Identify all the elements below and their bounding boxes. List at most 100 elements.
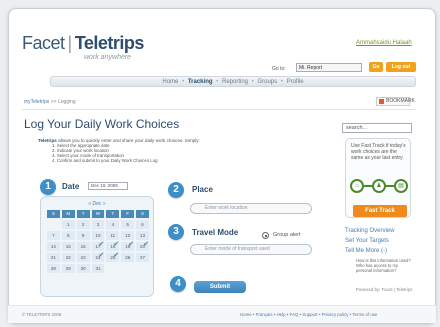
calendar-day[interactable]: 14 bbox=[47, 242, 60, 251]
calendar-day[interactable]: 31 bbox=[91, 264, 105, 273]
calendar-day[interactable]: 23 bbox=[76, 253, 90, 262]
calendar-weekday: S bbox=[136, 210, 149, 218]
main-nav: Home • Tracking • Reporting • Groups • P… bbox=[50, 76, 416, 87]
copyright: © TELETRIPS 2008 bbox=[22, 312, 62, 317]
calendar-month-nav[interactable]: « Dec » bbox=[41, 201, 153, 207]
nav-profile[interactable]: Profile bbox=[287, 79, 304, 85]
step-1-badge: 1 bbox=[40, 179, 56, 195]
calendar-grid: SMTWTFS123456789101112131415161718192021… bbox=[47, 210, 149, 273]
calendar-day[interactable]: 26 bbox=[121, 253, 135, 262]
calendar-weekday: W bbox=[91, 210, 105, 218]
instruction-step: 4. Confirm and submit to your Daily Work… bbox=[52, 158, 158, 163]
powered-by: Powered by: Facet | Teletrips bbox=[356, 287, 413, 292]
calendar-day[interactable]: 30 bbox=[76, 264, 90, 273]
calendar-day[interactable]: 7 bbox=[47, 231, 60, 240]
brand-separator: | bbox=[67, 33, 73, 53]
nav-home[interactable]: Home bbox=[162, 79, 178, 85]
travel-mode-input[interactable]: Enter mode of transport used bbox=[190, 244, 312, 255]
nav-separator: • bbox=[182, 79, 185, 85]
calendar-day[interactable]: 1 bbox=[61, 220, 75, 229]
nav-separator: • bbox=[280, 79, 283, 85]
instruction-steps: 1. Select the appropriate date 2. Indica… bbox=[52, 143, 158, 163]
promo-text: Use Fast Track if today's work choices a… bbox=[351, 143, 406, 161]
step-3-badge: 3 bbox=[168, 224, 184, 240]
privacy-note[interactable]: How is this information used? Who has ac… bbox=[356, 258, 412, 273]
calendar-day[interactable]: 11 bbox=[106, 231, 120, 240]
bookmark-icon bbox=[379, 99, 384, 104]
group-alert-label: Group alert bbox=[273, 232, 301, 238]
connector-line bbox=[386, 185, 394, 187]
calendar-day[interactable]: 9 bbox=[76, 231, 90, 240]
building-icon: ▤ bbox=[394, 179, 408, 193]
brand-tagline: work anywhere bbox=[84, 54, 132, 61]
calendar-day[interactable]: 12 bbox=[121, 231, 135, 240]
account-link[interactable]: Ammahsaidu Halaah bbox=[356, 40, 412, 46]
calendar-day[interactable]: 4 bbox=[106, 220, 120, 229]
calendar-day[interactable]: 24 bbox=[91, 251, 105, 262]
calendar-day bbox=[121, 264, 134, 273]
breadcrumb: myTeletrips >> Logging bbox=[24, 99, 76, 105]
calendar-day[interactable]: 28 bbox=[47, 264, 60, 273]
calendar-weekday: T bbox=[76, 210, 90, 218]
page-title: Log Your Daily Work Choices bbox=[24, 117, 180, 131]
calendar-day bbox=[136, 264, 149, 273]
goto-select[interactable]: Mi. Report bbox=[296, 63, 362, 72]
group-alert-radio[interactable] bbox=[262, 232, 269, 239]
brand-teletrips: Teletrips bbox=[74, 33, 145, 53]
fasttrack-button[interactable]: Fast Track bbox=[353, 205, 407, 217]
calendar-day[interactable]: 18 bbox=[106, 240, 120, 251]
submit-button[interactable]: Submit bbox=[194, 281, 246, 293]
calendar-day[interactable]: 20 bbox=[136, 240, 149, 251]
date-input[interactable]: Dec 10, 2008 bbox=[88, 182, 128, 190]
calendar-day[interactable]: 6 bbox=[136, 220, 149, 229]
date-label: Date bbox=[62, 182, 80, 191]
travel-mode-label: Travel Mode bbox=[192, 228, 239, 237]
nav-tracking[interactable]: Tracking bbox=[188, 79, 213, 85]
calendar-day[interactable]: 8 bbox=[61, 231, 75, 240]
place-label: Place bbox=[192, 185, 213, 194]
calendar-day[interactable]: 25 bbox=[106, 251, 120, 262]
bookmark-button[interactable]: BOOKMARK bbox=[376, 97, 415, 106]
calendar-day[interactable]: 10 bbox=[91, 231, 105, 240]
footer: © TELETRIPS 2008 Home • Français • Help … bbox=[8, 305, 436, 323]
sidebar-link-set-targets[interactable]: Set Your Targets bbox=[345, 236, 394, 246]
fasttrack-illustration: ⌂ ♟ ▤ bbox=[350, 179, 408, 195]
calendar-day[interactable]: 16 bbox=[76, 242, 90, 251]
sidebar-link-tell-me-more[interactable]: Tell Me More (-) bbox=[345, 246, 394, 256]
brand-facet: Facet bbox=[22, 33, 65, 53]
connector-line bbox=[364, 185, 372, 187]
calendar-day bbox=[106, 264, 119, 273]
calendar-day[interactable]: 29 bbox=[61, 264, 75, 273]
search-input[interactable]: search... bbox=[342, 123, 412, 133]
go-button[interactable]: Go bbox=[369, 62, 383, 72]
logout-button[interactable]: Log out bbox=[386, 62, 416, 72]
sidebar-links: Tracking Overview Set Your Targets Tell … bbox=[345, 226, 394, 256]
brand-logo[interactable]: Facet | Teletrips bbox=[22, 33, 144, 54]
nav-groups[interactable]: Groups bbox=[257, 79, 277, 85]
calendar-day[interactable]: 21 bbox=[47, 253, 60, 262]
breadcrumb-sep: >> bbox=[50, 99, 57, 105]
sidebar-link-tracking-overview[interactable]: Tracking Overview bbox=[345, 226, 394, 236]
calendar-day[interactable]: 19 bbox=[121, 240, 135, 251]
calendar-day[interactable]: 13 bbox=[136, 231, 149, 240]
breadcrumb-home[interactable]: myTeletrips bbox=[24, 99, 49, 105]
calendar-day[interactable]: 17 bbox=[91, 240, 105, 251]
calendar-day[interactable]: 5 bbox=[121, 220, 135, 229]
bookmark-label: BOOKMARK bbox=[386, 98, 415, 104]
step-4-badge: 4 bbox=[170, 276, 186, 292]
calendar-day[interactable]: 3 bbox=[91, 220, 105, 229]
person-icon: ♟ bbox=[372, 179, 386, 193]
calendar-day[interactable]: 27 bbox=[136, 253, 149, 262]
footer-links[interactable]: Home • Français • Help • FAQ • Support •… bbox=[240, 312, 378, 317]
place-input[interactable]: Enter work location bbox=[190, 203, 312, 214]
breadcrumb-current: Logging bbox=[57, 99, 76, 105]
calendar: « Dec » S M T W T F S 1 2 3 4 5 6 7 8 9 10 11 12 13 14 15 16 17… bbox=[40, 196, 154, 297]
calendar-day[interactable]: 2 bbox=[76, 220, 90, 229]
calendar-day bbox=[47, 220, 60, 229]
calendar-weekday: M bbox=[61, 210, 75, 218]
calendar-day[interactable]: 15 bbox=[61, 242, 75, 251]
calendar-weekday: S bbox=[47, 210, 60, 218]
calendar-day[interactable]: 22 bbox=[61, 253, 75, 262]
nav-reporting[interactable]: Reporting bbox=[222, 79, 248, 85]
divider bbox=[22, 109, 416, 110]
